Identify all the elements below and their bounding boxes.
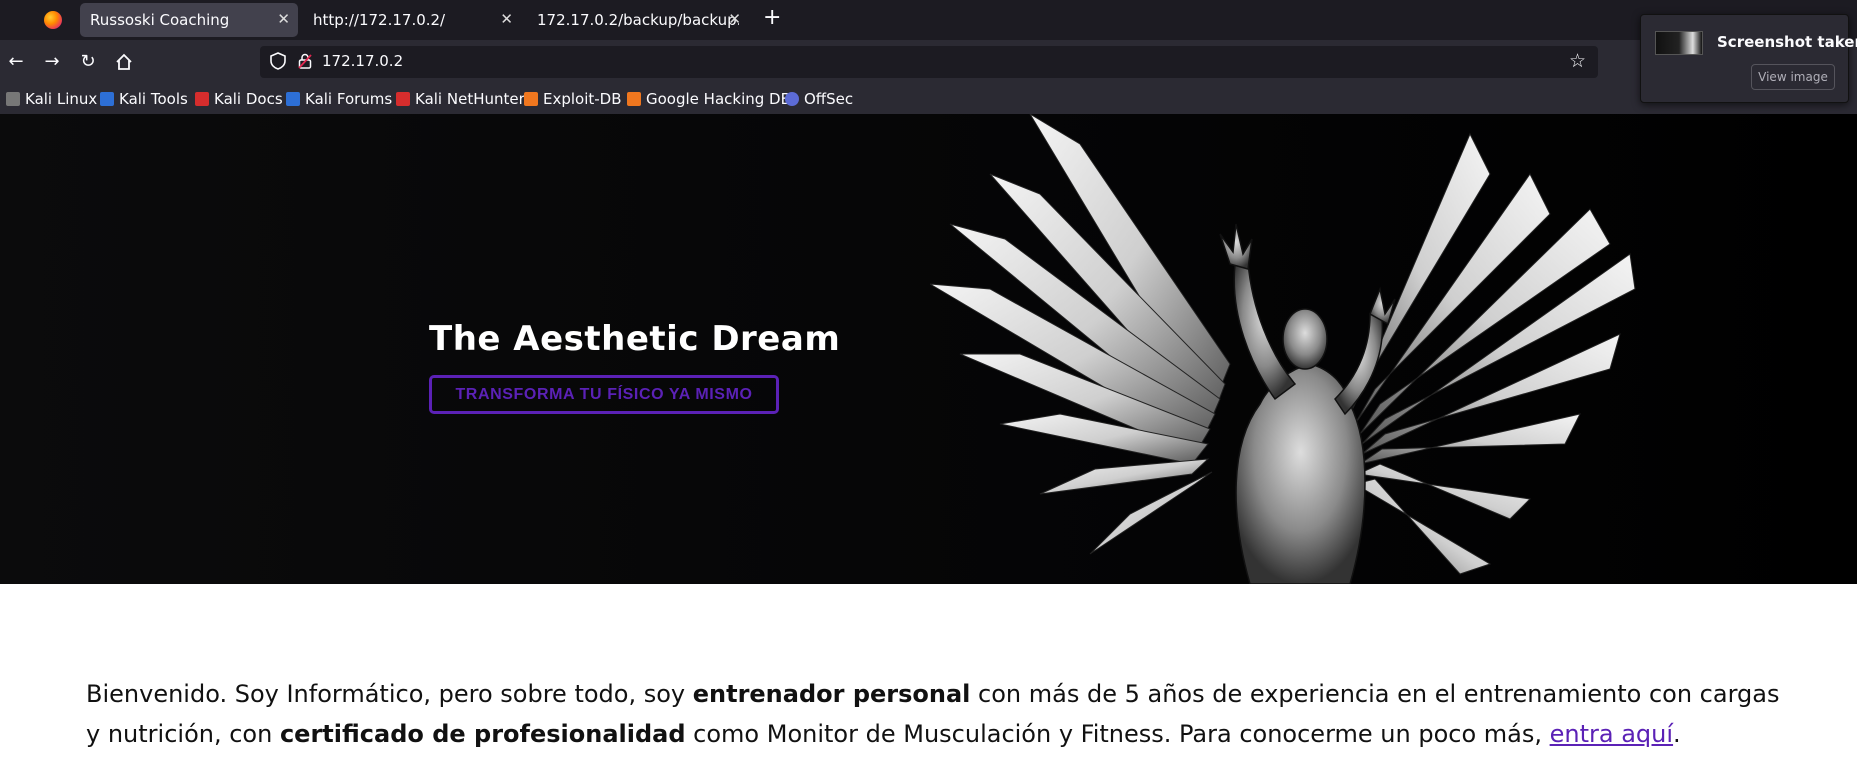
close-tab-icon[interactable]: ✕ <box>277 10 290 28</box>
tab-title: http://172.17.0.2/ <box>313 11 446 29</box>
view-image-button[interactable]: View image <box>1751 64 1835 90</box>
kali-nethunter-icon <box>396 92 410 106</box>
shield-icon[interactable] <box>270 52 286 70</box>
bookmark-label: Kali Docs <box>214 90 283 108</box>
bookmark-google-hacking-db[interactable]: Google Hacking DB <box>627 90 791 108</box>
screenshot-thumbnail[interactable] <box>1655 31 1703 55</box>
ghdb-icon <box>627 92 641 106</box>
bookmark-offsec[interactable]: OffSec <box>785 90 853 108</box>
kali-tools-icon <box>100 92 114 106</box>
forward-arrow-icon[interactable]: → <box>40 50 64 74</box>
kali-forums-icon <box>286 92 300 106</box>
notification-title: Screenshot taken <box>1717 33 1857 51</box>
tab-title: 172.17.0.2/backup/backup.txt <box>537 11 739 29</box>
about-me-link[interactable]: entra aquí <box>1550 720 1673 748</box>
close-tab-icon[interactable]: ✕ <box>500 10 513 28</box>
hero-banner: The Aesthetic Dream TRANSFORMA TU FÍSICO… <box>0 114 1857 584</box>
home-icon[interactable] <box>112 50 136 74</box>
bookmark-kali-linux[interactable]: Kali Linux <box>6 90 97 108</box>
tab-title: Russoski Coaching <box>90 11 230 29</box>
bookmark-kali-docs[interactable]: Kali Docs <box>195 90 283 108</box>
address-bar[interactable]: 172.17.0.2 ☆ <box>260 46 1598 78</box>
insecure-lock-icon[interactable] <box>298 53 312 69</box>
bookmark-label: Kali NetHunter <box>415 90 525 108</box>
reload-icon[interactable]: ↻ <box>76 50 100 74</box>
bookmark-label: OffSec <box>804 90 854 108</box>
tab-russoski-coaching[interactable]: Russoski Coaching ✕ <box>80 3 298 37</box>
bookmark-label: Kali Linux <box>25 90 98 108</box>
screenshot-notification: Screenshot taken View image <box>1640 14 1857 103</box>
tab-backup-txt[interactable]: 172.17.0.2/backup/backup.txt ✕ <box>527 3 749 37</box>
intro-text: como Monitor de Musculación y Fitness. P… <box>685 720 1550 748</box>
firefox-icon[interactable] <box>44 11 62 29</box>
bookmark-label: Kali Forums <box>305 90 393 108</box>
bookmark-exploit-db[interactable]: Exploit-DB <box>524 90 622 108</box>
kali-docs-icon <box>195 92 209 106</box>
bookmarks-toolbar: Kali Linux Kali Tools Kali Docs Kali For… <box>0 84 1857 114</box>
exploit-db-icon <box>524 92 538 106</box>
intro-text: . <box>1673 720 1681 748</box>
hero-title: The Aesthetic Dream <box>429 319 841 359</box>
intro-text: Bienvenido. Soy Informático, pero sobre … <box>86 680 693 708</box>
bookmark-kali-nethunter[interactable]: Kali NetHunter <box>396 90 525 108</box>
close-tab-icon[interactable]: ✕ <box>728 10 741 28</box>
winged-athlete-image <box>930 114 1636 584</box>
bookmark-label: Google Hacking DB <box>646 90 791 108</box>
intro-bold-trainer: entrenador personal <box>692 680 971 708</box>
back-arrow-icon[interactable]: ← <box>4 50 28 74</box>
bookmark-label: Exploit-DB <box>543 90 622 108</box>
navigation-toolbar: ← → ↻ 172.17.0.2 ☆ <box>0 40 1857 84</box>
plus-icon[interactable]: + <box>763 5 781 30</box>
tab-bar: Russoski Coaching ✕ http://172.17.0.2/ ✕… <box>0 0 1857 40</box>
tab-172-17-0-2[interactable]: http://172.17.0.2/ ✕ <box>303 3 521 37</box>
intro-bold-certificate: certificado de profesionalidad <box>279 720 686 748</box>
bookmark-star-icon[interactable]: ☆ <box>1569 50 1586 72</box>
url-text: 172.17.0.2 <box>322 52 404 70</box>
bookmark-label: Kali Tools <box>119 90 188 108</box>
intro-paragraph: Bienvenido. Soy Informático, pero sobre … <box>86 674 1786 754</box>
bookmark-kali-forums[interactable]: Kali Forums <box>286 90 392 108</box>
transform-cta-button[interactable]: TRANSFORMA TU FÍSICO YA MISMO <box>429 375 779 414</box>
bookmark-kali-tools[interactable]: Kali Tools <box>100 90 188 108</box>
offsec-icon <box>785 92 799 106</box>
kali-icon <box>6 92 20 106</box>
